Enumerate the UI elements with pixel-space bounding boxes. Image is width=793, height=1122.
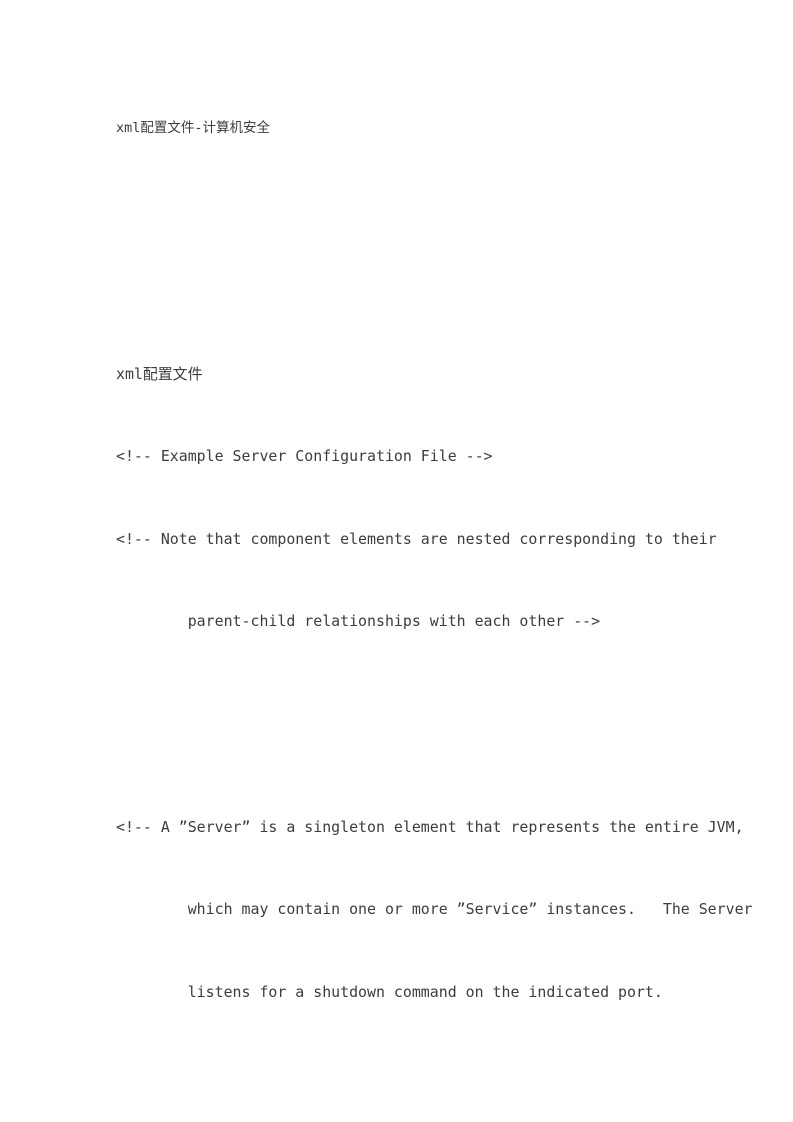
code-line-comment-note-nested: <!-- Note that component elements are ne… (116, 529, 717, 548)
code-line-comment-shutdown-port: listens for a shutdown command on the in… (116, 982, 663, 1001)
xml-code-block: xml配置文件 <!-- Example Server Configuratio… (116, 302, 793, 1122)
code-line-comment-service-instances: which may contain one or more ”Service” … (116, 900, 753, 919)
document-page: xml配置文件-计算机安全 xml配置文件 <!-- Example Serve… (0, 0, 793, 1122)
document-header-title: xml配置文件-计算机安全 (116, 120, 271, 136)
code-line-comment-server-singleton: <!-- A ”Server” is a singleton element t… (116, 817, 744, 836)
section-title: xml配置文件 (116, 364, 203, 383)
blank-line-group-2 (116, 1064, 793, 1105)
code-line-comment-example-server: <!-- Example Server Configuration File -… (116, 447, 493, 466)
code-line-comment-parent-child: parent-child relationships with each oth… (116, 611, 601, 630)
blank-line-group-1 (116, 693, 793, 755)
